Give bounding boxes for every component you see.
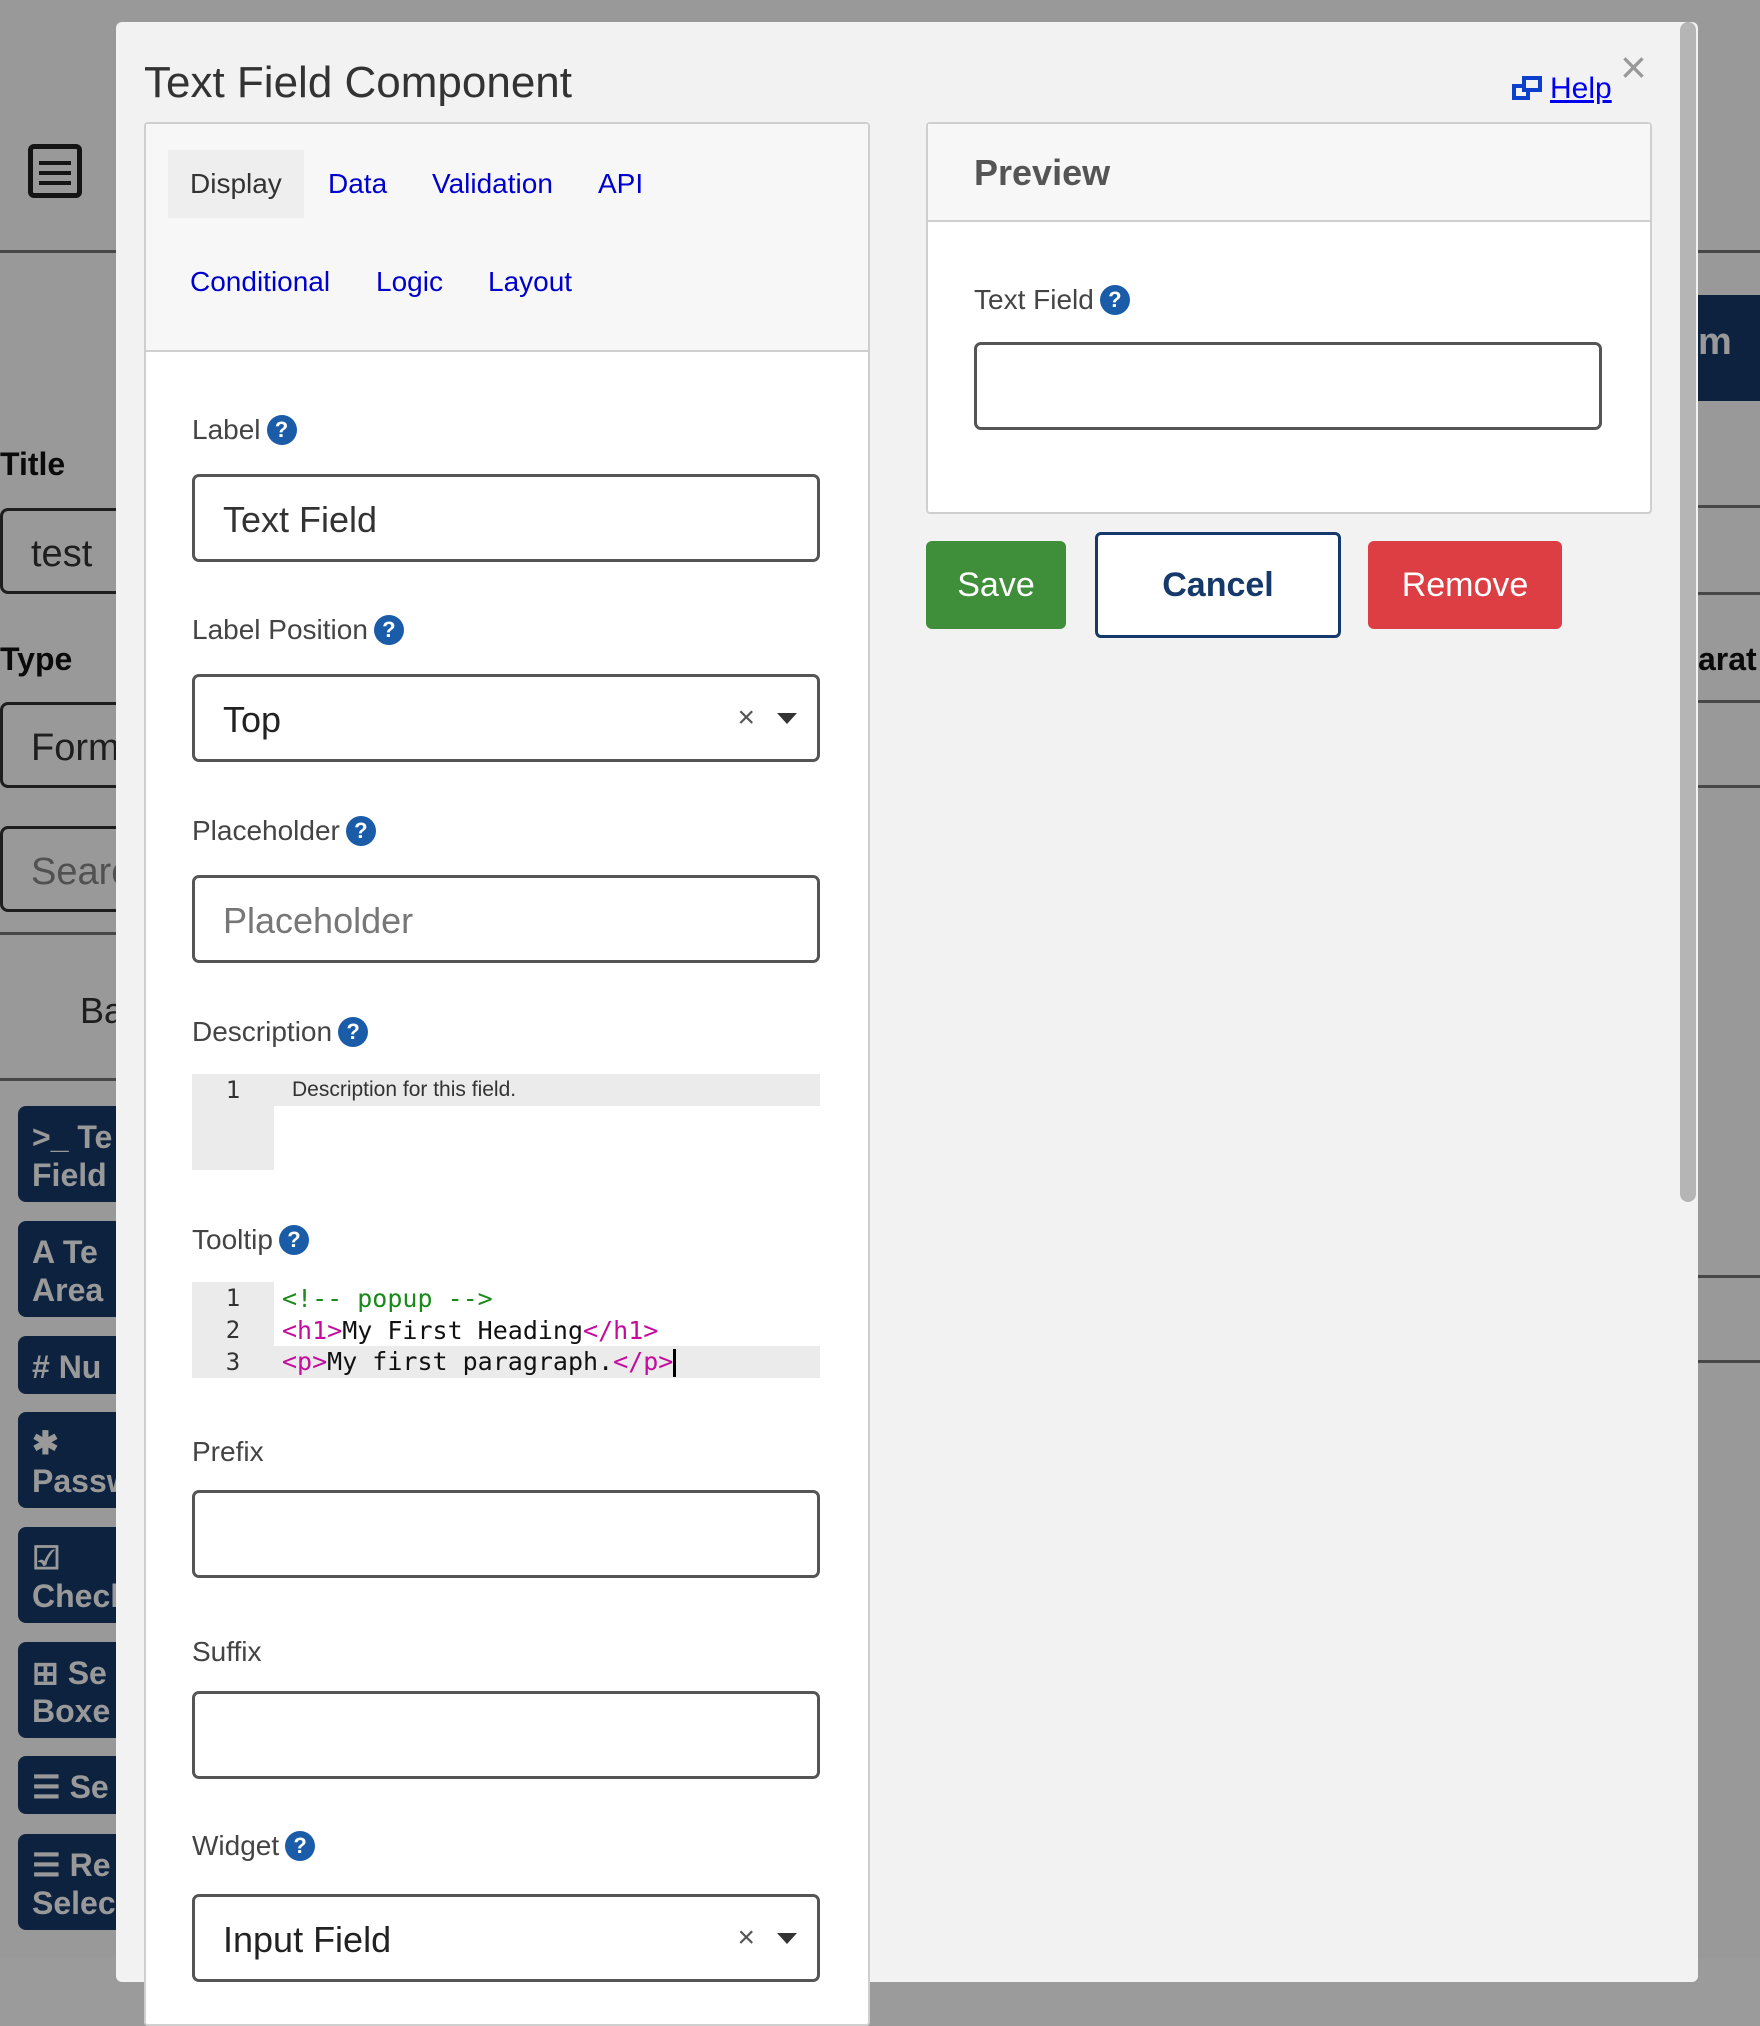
description-label: Description ? xyxy=(192,1016,369,1048)
close-icon[interactable]: × xyxy=(1620,44,1647,90)
label-text: Label xyxy=(192,414,261,445)
label-text: Widget xyxy=(192,1830,280,1861)
label-input[interactable]: Text Field xyxy=(192,474,820,562)
suffix-input[interactable] xyxy=(192,1691,820,1779)
help-label: Help xyxy=(1550,72,1612,105)
selected-value: Top xyxy=(223,699,282,740)
clear-icon[interactable]: × xyxy=(737,701,755,735)
tab-data[interactable]: Data xyxy=(328,168,387,200)
clear-icon[interactable]: × xyxy=(737,1921,755,1955)
text-cursor xyxy=(673,1349,677,1377)
label-field-label: Label ? xyxy=(192,414,297,446)
tooltip-label: Tooltip ? xyxy=(192,1224,309,1256)
prefix-label: Prefix xyxy=(192,1436,264,1468)
question-circle-icon[interactable]: ? xyxy=(266,415,297,445)
scrollbar[interactable] xyxy=(1680,22,1696,1202)
settings-panel: Display Data Validation API Conditional … xyxy=(144,122,870,2026)
caret-down-icon[interactable] xyxy=(777,1933,797,1944)
line-number: 1 xyxy=(225,1076,241,1104)
label-text: Label Position xyxy=(192,614,368,645)
widget-select[interactable]: Input Field × xyxy=(192,1894,820,1982)
remove-button[interactable]: Remove xyxy=(1368,541,1562,629)
question-circle-icon[interactable]: ? xyxy=(278,1225,309,1255)
line-number: 1 xyxy=(225,1284,241,1312)
label-text: Suffix xyxy=(192,1636,262,1667)
question-circle-icon[interactable]: ? xyxy=(345,816,376,846)
editor-line: 1 Description for this field. xyxy=(192,1074,820,1106)
preview-panel: Preview Text Field ? xyxy=(926,122,1652,514)
description-text: Description for this field. xyxy=(292,1078,517,1101)
label-position-select[interactable]: Top × xyxy=(192,674,820,762)
description-editor[interactable]: 1 Description for this field. xyxy=(192,1074,820,1170)
preview-text-input[interactable] xyxy=(974,342,1602,430)
label-text: Prefix xyxy=(192,1436,264,1467)
code-tag: </p> xyxy=(613,1347,674,1376)
prefix-input[interactable] xyxy=(192,1490,820,1578)
question-circle-icon[interactable]: ? xyxy=(338,1017,369,1047)
code-text: My first paragraph. xyxy=(327,1347,614,1376)
placeholder-label: Placeholder ? xyxy=(192,815,376,847)
tooltip-editor[interactable]: 1 <!-- popup --> 2 <h1>My First Heading<… xyxy=(192,1282,820,1378)
placeholder-input[interactable]: Placeholder xyxy=(192,875,820,963)
question-circle-icon[interactable]: ? xyxy=(1099,285,1130,315)
cancel-button[interactable]: Cancel xyxy=(1095,532,1341,638)
tab-display[interactable]: Display xyxy=(168,150,304,218)
preview-title: Preview xyxy=(974,152,1111,193)
question-circle-icon[interactable]: ? xyxy=(285,1831,316,1861)
editor-line: 1 <!-- popup --> xyxy=(192,1282,820,1314)
preview-field-label: Text Field ? xyxy=(974,284,1130,316)
line-number: 3 xyxy=(225,1348,241,1376)
modal-title: Text Field Component xyxy=(144,58,572,107)
save-button[interactable]: Save xyxy=(926,541,1066,629)
selected-value: Input Field xyxy=(223,1919,392,1960)
tab-layout[interactable]: Layout xyxy=(488,266,572,298)
tab-logic[interactable]: Logic xyxy=(376,266,443,298)
widget-label: Widget ? xyxy=(192,1830,316,1862)
preview-header: Preview xyxy=(928,124,1650,222)
tab-api[interactable]: API xyxy=(598,168,643,200)
label-text: Text Field xyxy=(974,284,1094,315)
code-comment: <!-- popup --> xyxy=(282,1283,493,1313)
question-circle-icon[interactable]: ? xyxy=(373,615,404,645)
label-text: Tooltip xyxy=(192,1224,273,1255)
tab-conditional[interactable]: Conditional xyxy=(190,266,330,298)
suffix-label: Suffix xyxy=(192,1636,262,1668)
line-number: 2 xyxy=(225,1316,241,1344)
code-text: My First Heading xyxy=(342,1315,584,1345)
code-tag: <h1> xyxy=(282,1315,343,1345)
editor-line-active: 3 <p>My first paragraph.</p> xyxy=(192,1346,820,1378)
caret-down-icon[interactable] xyxy=(777,713,797,724)
help-link[interactable]: Help xyxy=(1512,72,1612,106)
code-tag: <p> xyxy=(282,1347,328,1376)
label-text: Placeholder xyxy=(192,815,340,846)
code-tag: </h1> xyxy=(583,1315,659,1345)
editor-line: 2 <h1>My First Heading</h1> xyxy=(192,1314,820,1346)
tab-validation[interactable]: Validation xyxy=(432,168,553,200)
settings-tabs: Display Data Validation API Conditional … xyxy=(146,124,868,352)
label-text: Description xyxy=(192,1016,333,1047)
label-position-label: Label Position ? xyxy=(192,614,404,646)
external-window-icon xyxy=(1512,76,1542,102)
